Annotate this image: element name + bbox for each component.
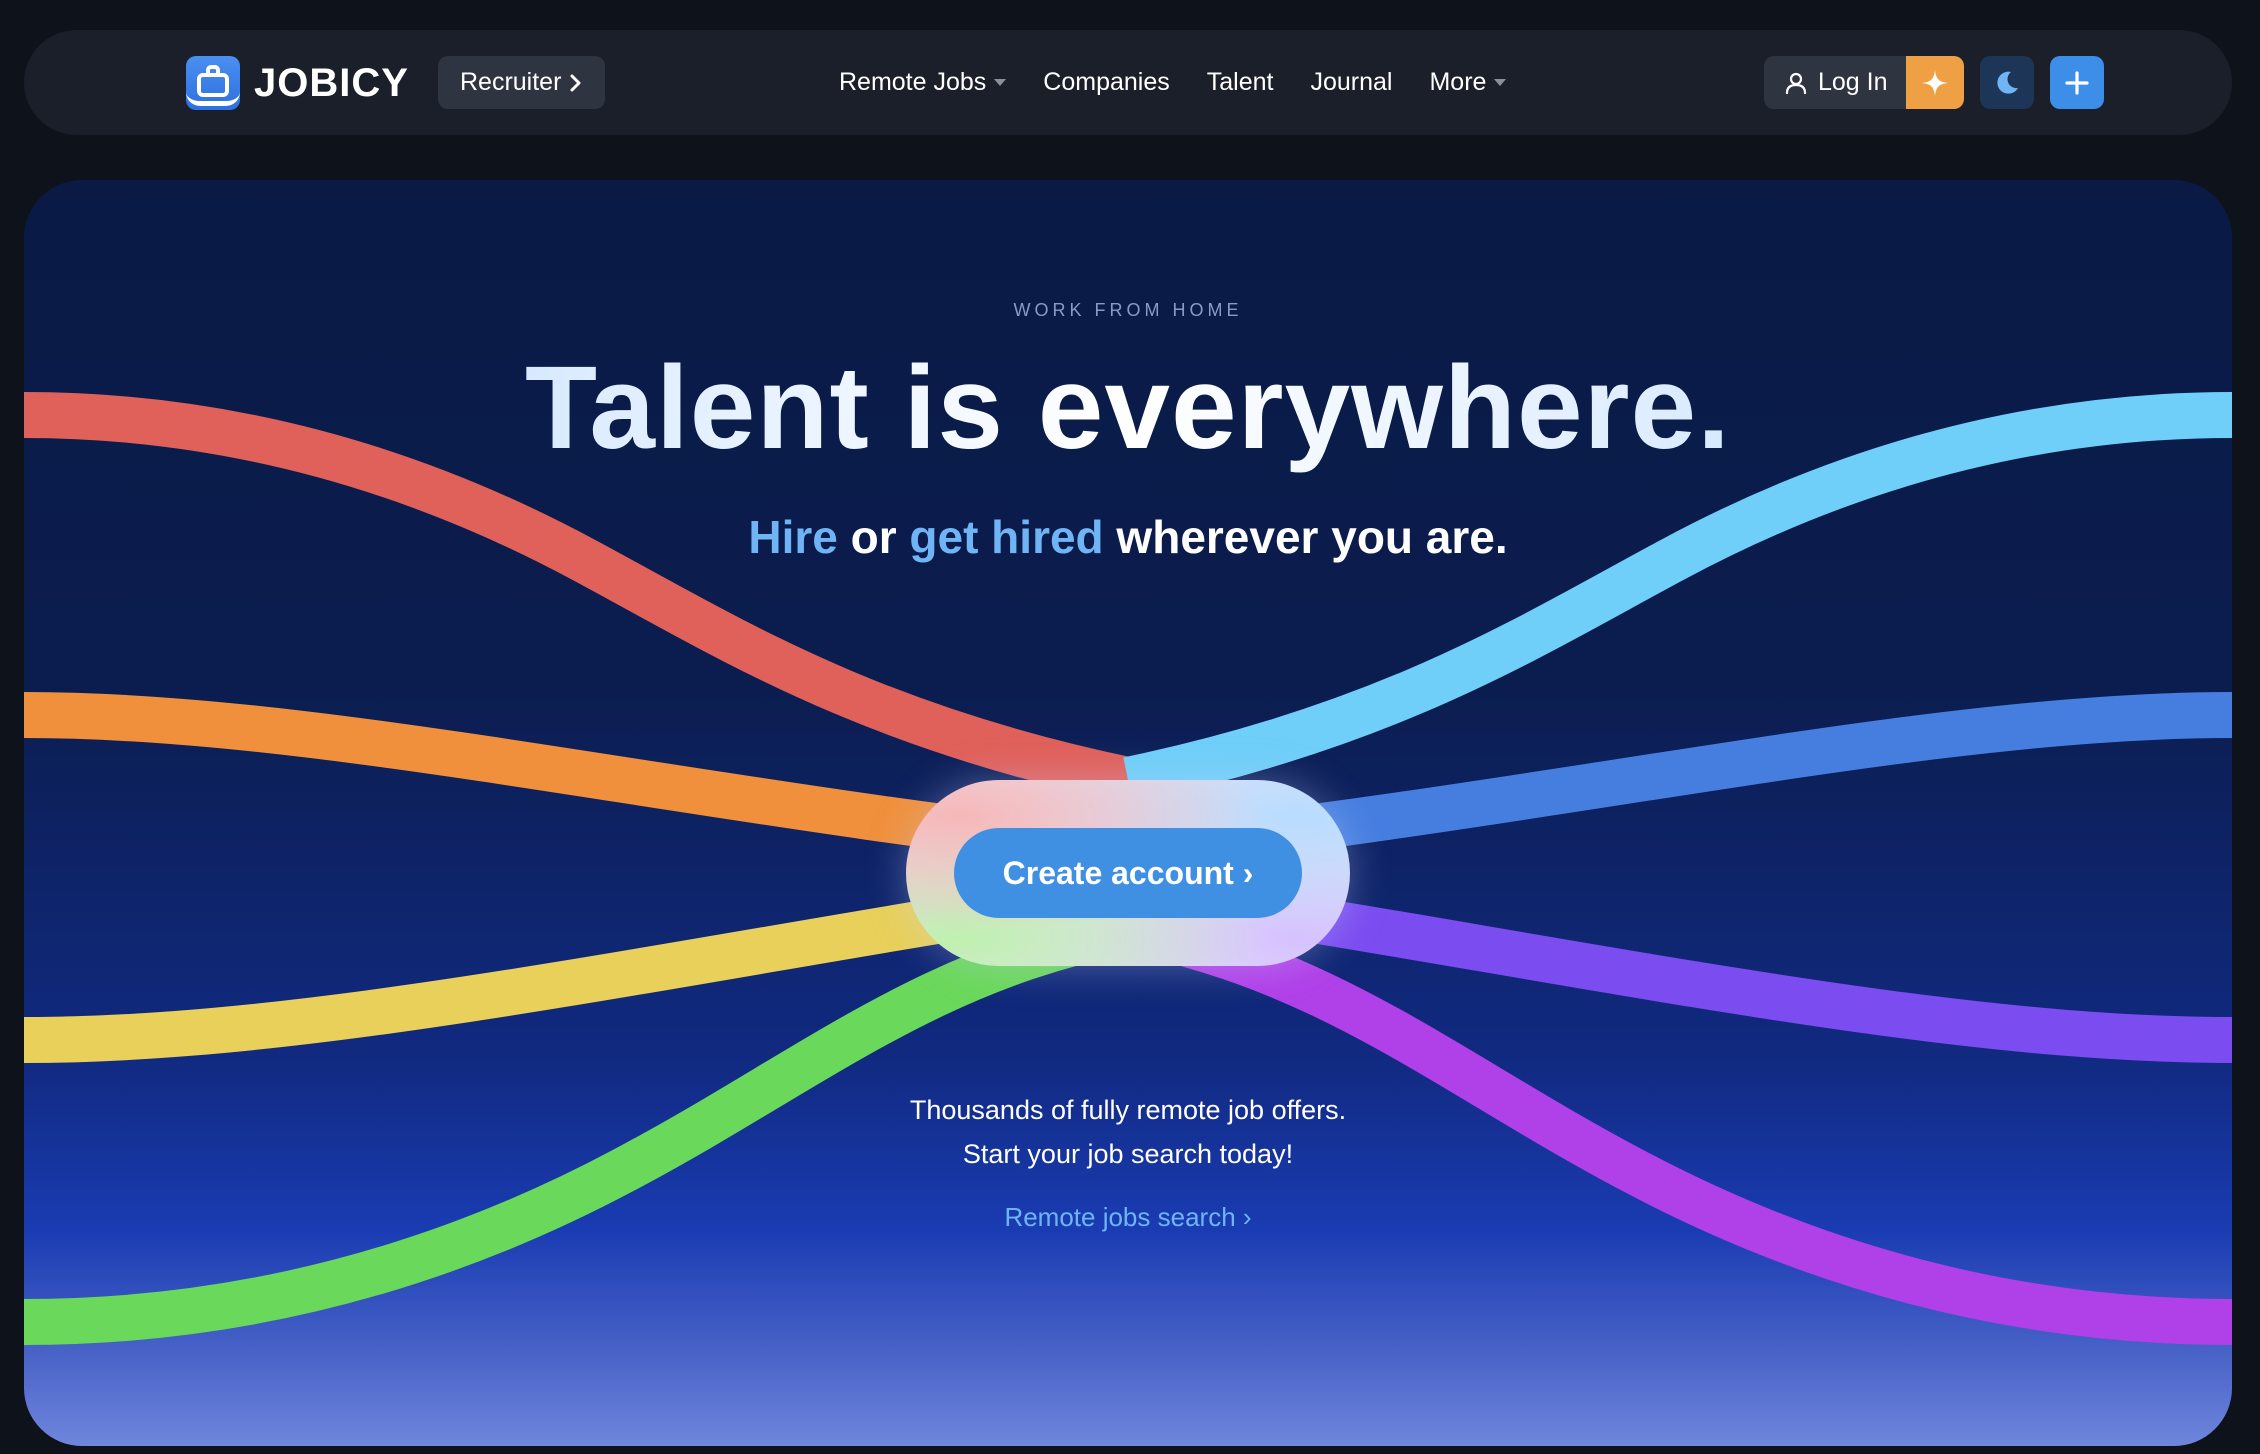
main-nav: Remote Jobs Companies Talent Journal Mor…	[839, 30, 1507, 135]
sub-wherever: wherever you are.	[1103, 511, 1508, 563]
hire-link[interactable]: Hire	[748, 511, 837, 563]
hero-section: WORK FROM HOME Talent is everywhere. Hir…	[24, 180, 2232, 1446]
user-icon	[1785, 72, 1807, 94]
hero-headline: Talent is everywhere.	[24, 340, 2232, 476]
nav-remote-jobs[interactable]: Remote Jobs	[839, 68, 1007, 97]
nav-talent-label: Talent	[1206, 68, 1274, 96]
get-hired-link[interactable]: get hired	[909, 511, 1103, 563]
login-button[interactable]: Log In	[1764, 56, 1906, 109]
sparkle-icon	[1921, 69, 1948, 96]
recruiter-button-label: Recruiter	[460, 68, 562, 96]
hero-subheadline: Hire or get hired wherever you are.	[24, 510, 2232, 564]
nav-more[interactable]: More	[1429, 68, 1507, 97]
blurb-line-2: Start your job search today!	[962, 1139, 1294, 1169]
login-group: Log In	[1764, 56, 1964, 109]
nav-journal-label: Journal	[1310, 68, 1393, 96]
logo[interactable]: JOBICY	[186, 56, 409, 110]
ai-sparkle-button[interactable]	[1905, 56, 1964, 109]
caret-down-icon	[994, 79, 1007, 86]
sub-or: or	[837, 511, 910, 563]
post-job-button[interactable]	[2049, 56, 2104, 109]
nav-actions: Log In	[1764, 56, 2104, 109]
nav-talent[interactable]: Talent	[1207, 68, 1274, 97]
theme-toggle-button[interactable]	[1979, 56, 2034, 109]
login-label: Log In	[1818, 68, 1888, 96]
nav-companies[interactable]: Companies	[1043, 68, 1169, 97]
nav-companies-label: Companies	[1043, 68, 1170, 96]
brand-name: JOBICY	[254, 60, 409, 105]
moon-icon	[1996, 71, 2018, 94]
chevron-right-icon	[570, 74, 581, 91]
nav-remote-jobs-label: Remote Jobs	[839, 68, 987, 96]
briefcase-smile-icon	[186, 56, 240, 110]
hero-blurb: Thousands of fully remote job offers. St…	[24, 1088, 2232, 1176]
plus-icon	[2064, 70, 2089, 95]
caret-down-icon	[1494, 79, 1507, 86]
create-account-button[interactable]: Create account ›	[954, 828, 1302, 918]
nav-journal[interactable]: Journal	[1310, 68, 1392, 97]
hero-eyebrow: WORK FROM HOME	[1013, 300, 1243, 320]
remote-jobs-search-link[interactable]: Remote jobs search ›	[24, 1202, 2232, 1233]
nav-more-label: More	[1429, 68, 1487, 96]
top-navbar: JOBICY Recruiter Remote Jobs Companies T…	[24, 30, 2232, 135]
blurb-line-1: Thousands of fully remote job offers.	[909, 1095, 1347, 1125]
recruiter-button[interactable]: Recruiter	[438, 56, 606, 109]
